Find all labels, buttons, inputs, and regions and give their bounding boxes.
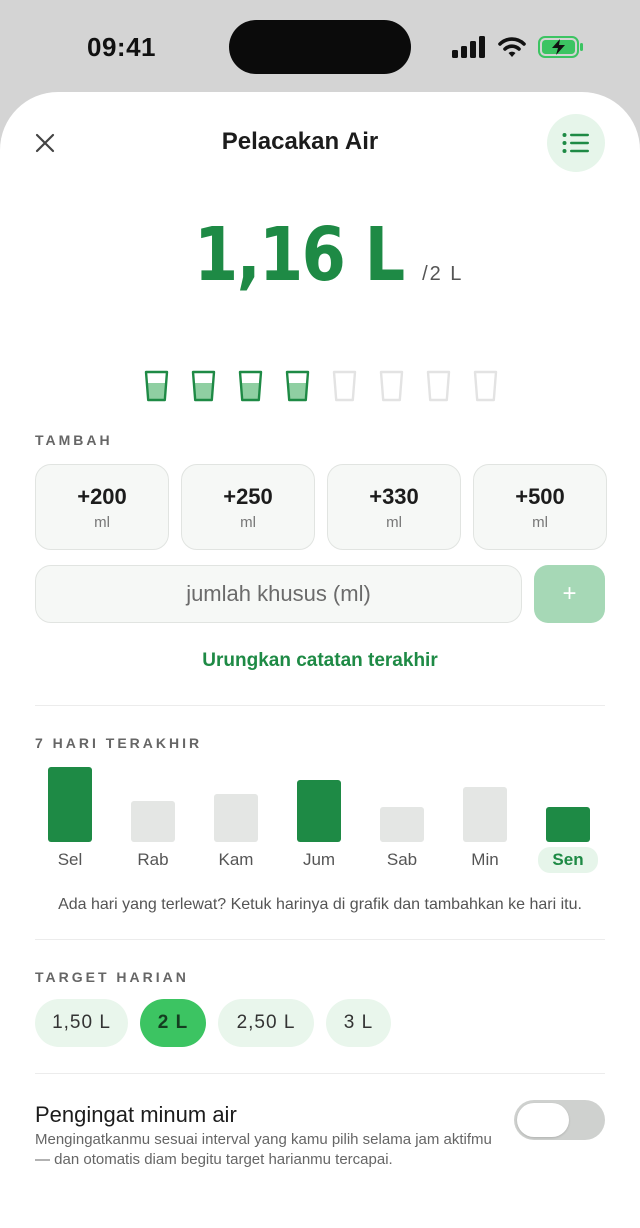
history-day-label[interactable]: Sab	[372, 850, 432, 870]
add-section-label: TAMBAH	[35, 432, 113, 448]
quick-add-unit: ml	[94, 513, 110, 531]
history-bar-sen[interactable]	[546, 807, 590, 842]
history-day-label[interactable]: Kam	[206, 850, 266, 870]
quick-add-unit: ml	[240, 513, 256, 531]
quick-add-unit: ml	[532, 513, 548, 531]
quick-add-amount: +250	[223, 483, 273, 509]
undo-last-entry-link[interactable]: Urungkan catatan terakhir	[0, 650, 640, 672]
divider	[35, 705, 605, 706]
divider	[35, 1073, 605, 1074]
intake-summary: 1,16 L /2 L	[0, 212, 640, 298]
custom-amount-input[interactable]	[35, 565, 522, 623]
status-icons	[452, 33, 584, 61]
wifi-icon	[498, 37, 526, 57]
daily-target-options: 1,50 L 2 L 2,50 L 3 L	[35, 999, 391, 1047]
weekly-history-chart: Sel Rab Kam Jum Sab Min Sen	[35, 767, 605, 882]
intake-total: 1,16 L	[193, 212, 405, 298]
history-bar-sab[interactable]	[380, 807, 424, 842]
quick-add-200-button[interactable]: +200 ml	[35, 464, 169, 550]
quick-add-amount: +330	[369, 483, 419, 509]
target-option-3l[interactable]: 3 L	[326, 999, 391, 1047]
glass-empty-icon	[426, 370, 451, 402]
history-bar-kam[interactable]	[214, 794, 258, 842]
glass-empty-icon	[379, 370, 404, 402]
history-bar-min[interactable]	[463, 787, 507, 842]
intake-goal: /2 L	[422, 263, 464, 285]
history-day-label[interactable]: Sen	[538, 847, 598, 873]
target-option-2l[interactable]: 2 L	[140, 999, 206, 1047]
glass-filled-icon	[144, 370, 169, 402]
glasses-progress	[144, 370, 498, 402]
list-icon	[562, 133, 589, 153]
dynamic-island	[229, 20, 411, 74]
history-day-label[interactable]: Rab	[123, 850, 183, 870]
quick-add-330-button[interactable]: +330 ml	[327, 464, 461, 550]
history-bar-jum[interactable]	[297, 780, 341, 842]
water-tracker-sheet: Pelacakan Air 1,16 L /2 L TAMBAH +200 ml…	[0, 92, 640, 1228]
reminder-description: Mengingatkanmu sesuai interval yang kamu…	[35, 1131, 492, 1168]
glass-filled-icon	[191, 370, 216, 402]
history-hint: Ada hari yang terlewat? Ketuk harinya di…	[58, 896, 582, 913]
target-option-1-5l[interactable]: 1,50 L	[35, 999, 128, 1047]
history-day-label[interactable]: Sel	[40, 850, 100, 870]
status-bar: 09:41	[0, 0, 640, 92]
history-list-button[interactable]	[547, 114, 605, 172]
glass-empty-icon	[332, 370, 357, 402]
glass-empty-icon	[473, 370, 498, 402]
glass-filled-icon	[285, 370, 310, 402]
history-section-label: 7 HARI TERAKHIR	[35, 735, 203, 751]
quick-add-500-button[interactable]: +500 ml	[473, 464, 607, 550]
divider	[35, 939, 605, 940]
page-title: Pelacakan Air	[0, 128, 600, 156]
quick-add-amount: +500	[515, 483, 565, 509]
quick-add-amount: +200	[77, 483, 127, 509]
page-title-text: Pelacakan Air	[221, 128, 379, 155]
status-time: 09:41	[87, 32, 156, 62]
battery-charging-icon	[538, 36, 583, 58]
history-bar-rab[interactable]	[131, 801, 175, 842]
quick-add-250-button[interactable]: +250 ml	[181, 464, 315, 550]
toggle-knob	[517, 1103, 569, 1137]
reminder-title: Pengingat minum air	[35, 1102, 237, 1127]
history-bar-sel[interactable]	[48, 767, 92, 842]
quick-add-row: +200 ml +250 ml +330 ml +500 ml	[35, 464, 607, 550]
reminder-toggle[interactable]	[514, 1100, 605, 1140]
history-day-label[interactable]: Min	[455, 850, 515, 870]
target-section-label: TARGET HARIAN	[35, 969, 189, 985]
target-option-2-5l[interactable]: 2,50 L	[218, 999, 314, 1047]
glass-filled-icon	[238, 370, 263, 402]
quick-add-unit: ml	[386, 513, 402, 531]
add-custom-button[interactable]: +	[534, 565, 605, 623]
history-day-label[interactable]: Jum	[289, 850, 349, 870]
cellular-signal-icon	[452, 36, 485, 58]
